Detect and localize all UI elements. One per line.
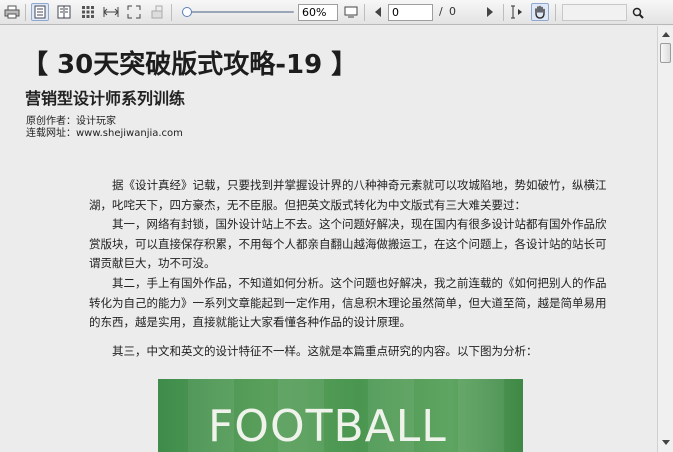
thumbnails-button[interactable] bbox=[79, 3, 97, 21]
fit-page-icon bbox=[127, 5, 141, 19]
rotate-icon bbox=[151, 5, 163, 19]
page-title: 【 30天突破版式攻略-19 】 bbox=[22, 50, 358, 80]
website-line: 连载网址：www.shejiwanjia.com bbox=[26, 128, 183, 139]
paragraph-point-2: 其二，手上有国外作品，不知道如何分析。这个问题也好解决，我之前连载的《如何把别人… bbox=[89, 276, 607, 329]
zoom-input[interactable]: 60% bbox=[298, 4, 338, 21]
paragraph-point-1: 其一，网络有封锁，国外设计站上不去。这个问题好解决，现在国内有很多设计站都有国外… bbox=[89, 217, 607, 270]
prev-page-button[interactable] bbox=[369, 3, 387, 21]
two-page-button[interactable] bbox=[55, 3, 73, 21]
page-subtitle: 营销型设计师系列训练 bbox=[25, 89, 186, 108]
search-button[interactable] bbox=[628, 4, 647, 21]
paragraph-intro: 据《设计真经》记载，只要找到并掌握设计界的八种神奇元素就可以攻城陷地，势如破竹，… bbox=[89, 178, 607, 212]
page-separator: / bbox=[439, 5, 443, 18]
fullscreen-icon bbox=[344, 6, 358, 18]
rotate-button[interactable] bbox=[148, 3, 166, 21]
search-input[interactable] bbox=[562, 4, 627, 21]
prev-page-icon bbox=[375, 7, 381, 17]
next-page-icon bbox=[487, 7, 493, 17]
thumbnails-icon bbox=[82, 6, 94, 18]
print-icon bbox=[4, 5, 20, 19]
print-button[interactable] bbox=[3, 3, 21, 21]
search-icon bbox=[632, 7, 644, 19]
scroll-up-icon bbox=[661, 31, 670, 37]
hand-tool-button[interactable] bbox=[531, 3, 549, 21]
toolbar: 60% 0 / 0 bbox=[0, 0, 673, 25]
vertical-scrollbar[interactable] bbox=[657, 26, 673, 452]
page-total: 0 bbox=[449, 5, 456, 18]
zoom-slider[interactable] bbox=[182, 7, 294, 17]
scrollbar-thumb[interactable] bbox=[660, 43, 671, 63]
scroll-down-icon bbox=[661, 439, 670, 445]
fit-width-button[interactable] bbox=[102, 3, 120, 21]
fullscreen-button[interactable] bbox=[342, 3, 360, 21]
paragraph-point-3: 其三，中文和英文的设计特征不一样。这就是本篇重点研究的内容。以下图为分析： bbox=[112, 344, 538, 358]
zoom-slider-track bbox=[182, 11, 294, 13]
page-number-input[interactable]: 0 bbox=[388, 4, 433, 21]
fit-width-icon bbox=[103, 7, 119, 17]
document-page: 【 30天突破版式攻略-19 】 营销型设计师系列训练 原创作者：设计玩家 连载… bbox=[0, 26, 657, 452]
hand-tool-icon bbox=[535, 5, 545, 19]
single-page-icon bbox=[34, 5, 46, 19]
scroll-up-button[interactable] bbox=[658, 26, 673, 41]
text-select-icon bbox=[511, 5, 522, 19]
single-page-button[interactable] bbox=[31, 3, 49, 21]
two-page-icon bbox=[57, 5, 71, 19]
fit-page-button[interactable] bbox=[125, 3, 143, 21]
text-select-button[interactable] bbox=[508, 3, 526, 21]
next-page-button[interactable] bbox=[481, 3, 499, 21]
football-image: FOOTBALL bbox=[158, 379, 523, 452]
image-caption-text: FOOTBALL bbox=[208, 401, 447, 452]
scroll-down-button[interactable] bbox=[658, 435, 673, 450]
zoom-slider-knob[interactable] bbox=[182, 7, 192, 17]
